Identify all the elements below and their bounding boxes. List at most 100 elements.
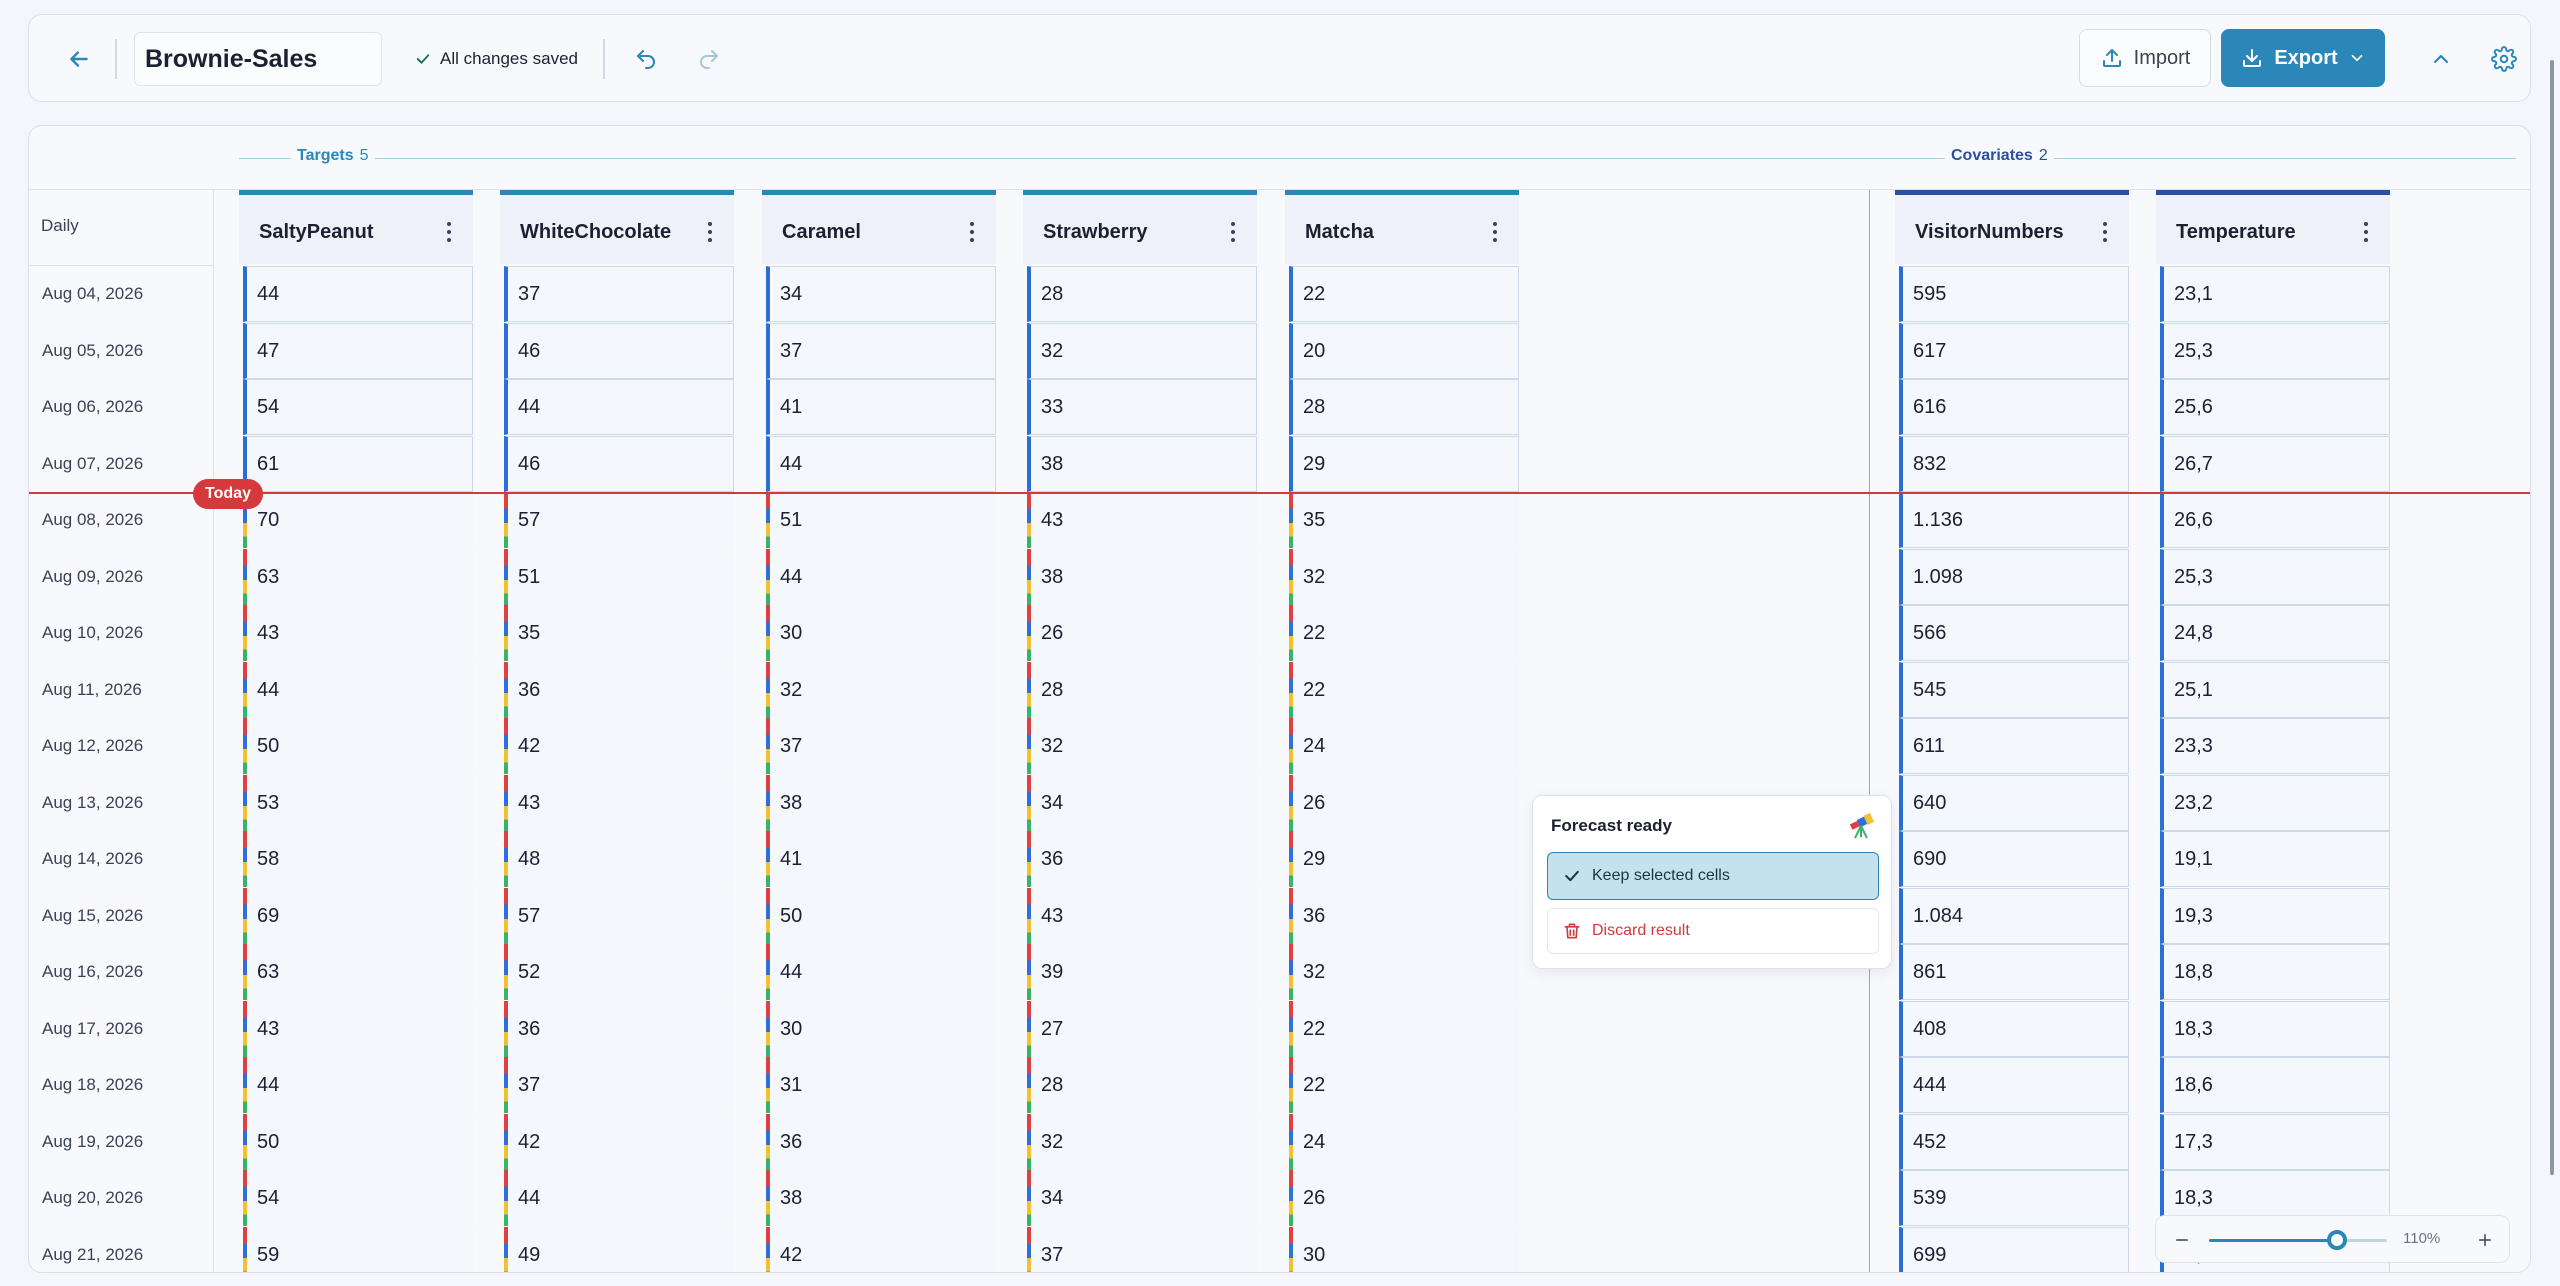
zoom-slider[interactable] (2209, 1230, 2387, 1250)
forecast-cell[interactable]: 22 (1289, 661, 1519, 718)
value-cell[interactable]: 1.084 (1899, 887, 2129, 944)
value-cell[interactable]: 29 (1289, 435, 1519, 492)
forecast-cell[interactable]: 36 (504, 1000, 734, 1057)
column-header[interactable]: VisitorNumbers (1895, 190, 2129, 264)
forecast-cell[interactable]: 41 (766, 831, 996, 887)
forecast-cell[interactable]: 70 (243, 492, 473, 548)
collapse-button[interactable] (2421, 39, 2461, 79)
forecast-cell[interactable]: 22 (1289, 1057, 1519, 1113)
forecast-cell[interactable]: 48 (504, 831, 734, 887)
forecast-cell[interactable]: 43 (243, 605, 473, 661)
export-button[interactable]: Export (2221, 29, 2385, 87)
forecast-cell[interactable]: 26 (1289, 1170, 1519, 1226)
forecast-cell[interactable]: 30 (1289, 1226, 1519, 1272)
column-menu-button[interactable] (2356, 217, 2376, 247)
forecast-cell[interactable]: 32 (766, 661, 996, 718)
value-cell[interactable]: 34 (766, 266, 996, 322)
value-cell[interactable]: 18,3 (2160, 1000, 2390, 1057)
value-cell[interactable]: 26,6 (2160, 492, 2390, 548)
zoom-slider-handle[interactable] (2327, 1230, 2348, 1250)
zoom-in-button[interactable] (2469, 1224, 2501, 1256)
value-cell[interactable]: 444 (1899, 1057, 2129, 1113)
forecast-cell[interactable]: 26 (1027, 605, 1257, 661)
forecast-cell[interactable]: 38 (766, 774, 996, 831)
forecast-cell[interactable]: 34 (1027, 774, 1257, 831)
forecast-cell[interactable]: 26 (1289, 774, 1519, 831)
column-menu-button[interactable] (962, 217, 982, 247)
value-cell[interactable]: 37 (504, 266, 734, 322)
forecast-cell[interactable]: 59 (243, 1226, 473, 1272)
value-cell[interactable]: 23,1 (2160, 266, 2390, 322)
value-cell[interactable]: 37 (766, 322, 996, 379)
forecast-cell[interactable]: 32 (1027, 1113, 1257, 1170)
value-cell[interactable]: 18,8 (2160, 944, 2390, 1000)
value-cell[interactable]: 41 (766, 379, 996, 435)
keep-selected-cells-button[interactable]: Keep selected cells (1547, 852, 1879, 900)
value-cell[interactable]: 20 (1289, 322, 1519, 379)
value-cell[interactable]: 25,3 (2160, 548, 2390, 605)
forecast-cell[interactable]: 36 (766, 1113, 996, 1170)
forecast-cell[interactable]: 36 (1027, 831, 1257, 887)
forecast-cell[interactable]: 39 (1027, 944, 1257, 1000)
column-menu-button[interactable] (439, 217, 459, 247)
forecast-cell[interactable]: 49 (504, 1226, 734, 1272)
forecast-cell[interactable]: 36 (1289, 887, 1519, 944)
value-cell[interactable]: 44 (243, 266, 473, 322)
vertical-scrollbar[interactable] (2550, 60, 2554, 1175)
value-cell[interactable]: 452 (1899, 1113, 2129, 1170)
value-cell[interactable]: 17,3 (2160, 1113, 2390, 1170)
forecast-cell[interactable]: 29 (1289, 831, 1519, 887)
forecast-cell[interactable]: 63 (243, 548, 473, 605)
forecast-cell[interactable]: 44 (504, 1170, 734, 1226)
settings-button[interactable] (2484, 39, 2524, 79)
column-header[interactable]: Strawberry (1023, 190, 1257, 264)
forecast-cell[interactable]: 57 (504, 887, 734, 944)
column-header[interactable]: WhiteChocolate (500, 190, 734, 264)
forecast-cell[interactable]: 44 (766, 944, 996, 1000)
forecast-cell[interactable]: 22 (1289, 605, 1519, 661)
forecast-cell[interactable]: 27 (1027, 1000, 1257, 1057)
value-cell[interactable]: 699 (1899, 1226, 2129, 1272)
value-cell[interactable]: 44 (766, 435, 996, 492)
column-menu-button[interactable] (1223, 217, 1243, 247)
value-cell[interactable]: 24,8 (2160, 605, 2390, 661)
value-cell[interactable]: 54 (243, 379, 473, 435)
forecast-cell[interactable]: 24 (1289, 718, 1519, 774)
forecast-cell[interactable]: 43 (1027, 492, 1257, 548)
forecast-cell[interactable]: 53 (243, 774, 473, 831)
forecast-cell[interactable]: 24 (1289, 1113, 1519, 1170)
forecast-cell[interactable]: 43 (243, 1000, 473, 1057)
column-menu-button[interactable] (2095, 217, 2115, 247)
value-cell[interactable]: 28 (1289, 379, 1519, 435)
forecast-cell[interactable]: 42 (504, 718, 734, 774)
forecast-cell[interactable]: 44 (243, 1057, 473, 1113)
value-cell[interactable]: 617 (1899, 322, 2129, 379)
value-cell[interactable]: 1.136 (1899, 492, 2129, 548)
value-cell[interactable]: 46 (504, 435, 734, 492)
column-header[interactable]: Temperature (2156, 190, 2390, 264)
forecast-cell[interactable]: 22 (1289, 1000, 1519, 1057)
value-cell[interactable]: 23,2 (2160, 774, 2390, 831)
forecast-cell[interactable]: 43 (1027, 887, 1257, 944)
value-cell[interactable]: 19,3 (2160, 887, 2390, 944)
value-cell[interactable]: 38 (1027, 435, 1257, 492)
forecast-cell[interactable]: 51 (766, 492, 996, 548)
forecast-cell[interactable]: 57 (504, 492, 734, 548)
value-cell[interactable]: 566 (1899, 605, 2129, 661)
value-cell[interactable]: 25,1 (2160, 661, 2390, 718)
zoom-out-button[interactable] (2166, 1224, 2198, 1256)
forecast-cell[interactable]: 58 (243, 831, 473, 887)
forecast-cell[interactable]: 44 (243, 661, 473, 718)
value-cell[interactable]: 861 (1899, 944, 2129, 1000)
value-cell[interactable]: 47 (243, 322, 473, 379)
forecast-cell[interactable]: 30 (766, 605, 996, 661)
forecast-cell[interactable]: 37 (504, 1057, 734, 1113)
value-cell[interactable]: 616 (1899, 379, 2129, 435)
redo-button[interactable] (689, 39, 729, 79)
forecast-cell[interactable]: 36 (504, 661, 734, 718)
value-cell[interactable]: 545 (1899, 661, 2129, 718)
undo-button[interactable] (626, 39, 666, 79)
value-cell[interactable]: 640 (1899, 774, 2129, 831)
value-cell[interactable]: 32 (1027, 322, 1257, 379)
forecast-cell[interactable]: 38 (1027, 548, 1257, 605)
